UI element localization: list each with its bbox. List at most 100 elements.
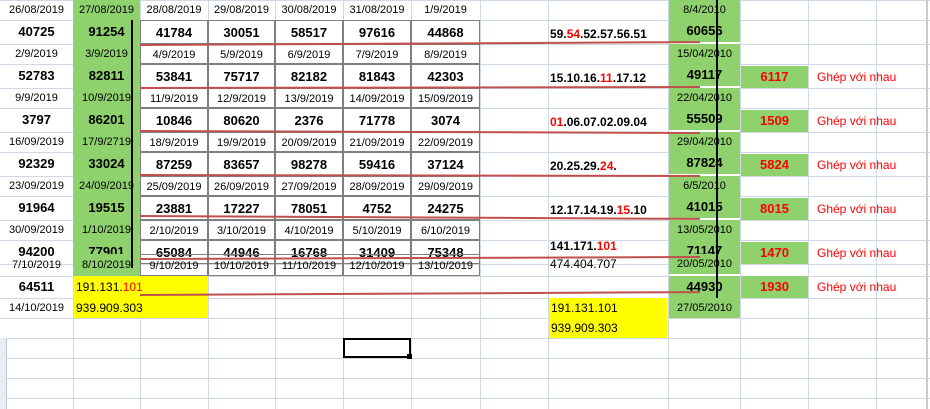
value-cell[interactable]: 52783 xyxy=(0,64,73,88)
right-value-cell[interactable]: 41015 xyxy=(669,196,740,218)
date-cell[interactable]: 13/9/2019 xyxy=(275,88,343,108)
date-cell[interactable]: 6/10/2019 xyxy=(411,220,480,240)
date-cell[interactable]: 19/9/2019 xyxy=(208,132,275,152)
number-sequence[interactable]: 141.171.101 xyxy=(549,234,668,256)
value-cell[interactable]: 42303 xyxy=(411,64,480,88)
number-sequence[interactable]: 20.25.29.24. xyxy=(549,154,668,176)
fill-handle[interactable] xyxy=(407,354,412,359)
date-cell[interactable]: 3/9/2019 xyxy=(73,44,140,64)
date-cell[interactable]: 29/09/2019 xyxy=(411,176,480,196)
date-cell[interactable]: 31/08/2019 xyxy=(343,0,411,20)
spreadsheet-grid[interactable]: 26/08/2019 40725 27/08/2019 91254 28/08/2019… xyxy=(0,0,930,409)
right-date-cell[interactable]: 22/04/2010 xyxy=(669,88,740,108)
right-date-cell[interactable]: 15/04/2010 xyxy=(669,44,740,64)
date-cell[interactable]: 7/10/2019 xyxy=(0,254,73,276)
date-cell[interactable]: 11/9/2019 xyxy=(140,88,208,108)
date-cell[interactable]: 4/9/2019 xyxy=(140,44,208,64)
date-cell[interactable]: 8/10/2019 xyxy=(73,254,140,276)
value-cell[interactable]: 81843 xyxy=(343,64,411,88)
date-cell[interactable]: 25/09/2019 xyxy=(140,176,208,196)
date-cell[interactable]: 8/9/2019 xyxy=(411,44,480,64)
date-cell[interactable]: 2/10/2019 xyxy=(140,220,208,240)
date-cell[interactable]: 14/10/2019 xyxy=(0,298,73,318)
date-cell[interactable]: 5/9/2019 xyxy=(208,44,275,64)
date-cell[interactable]: 1/9/2019 xyxy=(411,0,480,20)
value-cell[interactable]: 58517 xyxy=(275,20,343,44)
value-cell[interactable]: 37124 xyxy=(411,152,480,176)
number-sequence[interactable]: 01.06.07.02.09.04 xyxy=(549,110,668,132)
value-cell[interactable]: 82182 xyxy=(275,64,343,88)
date-cell[interactable]: 3/10/2019 xyxy=(208,220,275,240)
date-cell[interactable]: 2/9/2019 xyxy=(0,44,73,64)
value-cell[interactable]: 86201 xyxy=(73,108,140,132)
yellow-combo-cell-2[interactable]: 939.909.303 xyxy=(74,298,208,318)
value-cell[interactable]: 33024 xyxy=(73,152,140,176)
pair-code[interactable]: 1470 xyxy=(741,242,808,264)
value-cell[interactable]: 2376 xyxy=(275,108,343,132)
value-cell[interactable]: 87259 xyxy=(140,152,208,176)
value-cell[interactable]: 59416 xyxy=(343,152,411,176)
date-cell[interactable]: 17/9/2719 xyxy=(73,132,140,152)
date-cell[interactable]: 24/09/2019 xyxy=(73,176,140,196)
value-cell[interactable]: 91964 xyxy=(0,196,73,220)
yellow-sequence-1[interactable]: 191.131.101 xyxy=(549,298,667,318)
date-cell[interactable]: 12/9/2019 xyxy=(208,88,275,108)
date-cell[interactable]: 28/09/2019 xyxy=(343,176,411,196)
value-cell[interactable]: 75717 xyxy=(208,64,275,88)
pair-code[interactable]: 5824 xyxy=(741,154,808,176)
value-cell[interactable]: 3074 xyxy=(411,108,480,132)
value-cell[interactable]: 3797 xyxy=(0,108,73,132)
value-cell[interactable]: 92329 xyxy=(0,152,73,176)
right-value-cell[interactable]: 49117 xyxy=(669,64,740,86)
date-cell[interactable]: 4/10/2019 xyxy=(275,220,343,240)
pair-code[interactable]: 6117 xyxy=(741,66,808,88)
right-date-cell[interactable]: 13/05/2010 xyxy=(669,220,740,240)
value-cell[interactable]: 44868 xyxy=(411,20,480,44)
value-cell[interactable]: 41784 xyxy=(140,20,208,44)
right-date-cell[interactable]: 6/5/2010 xyxy=(669,176,740,196)
date-cell[interactable]: 27/09/2019 xyxy=(275,176,343,196)
value-cell[interactable]: 91254 xyxy=(73,20,140,44)
value-cell[interactable]: 71778 xyxy=(343,108,411,132)
value-cell[interactable]: 40725 xyxy=(0,20,73,44)
date-cell[interactable]: 1/10/2019 xyxy=(73,220,140,240)
value-cell[interactable]: 10846 xyxy=(140,108,208,132)
value-cell[interactable]: 98278 xyxy=(275,152,343,176)
value-cell[interactable]: 64511 xyxy=(0,276,73,298)
pair-code[interactable]: 8015 xyxy=(741,198,808,220)
value-cell[interactable]: 97616 xyxy=(343,20,411,44)
right-value-cell[interactable]: 44930 xyxy=(669,276,740,298)
date-cell[interactable]: 29/08/2019 xyxy=(208,0,275,20)
pair-code[interactable]: 1930 xyxy=(741,276,808,298)
selected-cell[interactable] xyxy=(343,338,411,358)
date-cell[interactable]: 6/9/2019 xyxy=(275,44,343,64)
date-cell[interactable]: 27/08/2019 xyxy=(73,0,140,20)
date-cell[interactable]: 26/09/2019 xyxy=(208,176,275,196)
value-cell[interactable]: 82811 xyxy=(73,64,140,88)
right-date-cell[interactable]: 8/4/2010 xyxy=(669,0,740,20)
value-cell[interactable]: 30051 xyxy=(208,20,275,44)
right-value-cell[interactable]: 60656 xyxy=(669,20,740,42)
right-date-cell[interactable]: 27/05/2010 xyxy=(669,298,740,318)
date-cell[interactable]: 30/09/2019 xyxy=(0,220,73,240)
value-cell[interactable]: 83657 xyxy=(208,152,275,176)
date-cell[interactable]: 28/08/2019 xyxy=(140,0,208,20)
date-cell[interactable]: 16/09/2019 xyxy=(0,132,73,152)
date-cell[interactable]: 5/10/2019 xyxy=(343,220,411,240)
right-date-cell[interactable]: 29/04/2010 xyxy=(669,132,740,152)
value-cell[interactable]: 53841 xyxy=(140,64,208,88)
right-value-cell[interactable]: 87824 xyxy=(669,152,740,174)
date-cell[interactable]: 21/09/2019 xyxy=(343,132,411,152)
value-cell[interactable]: 19515 xyxy=(73,196,140,220)
date-cell[interactable]: 22/09/2019 xyxy=(411,132,480,152)
date-cell[interactable]: 26/08/2019 xyxy=(0,0,73,20)
date-cell[interactable]: 14/09/2019 xyxy=(343,88,411,108)
value-cell[interactable]: 80620 xyxy=(208,108,275,132)
number-sequence[interactable]: 15.10.16.11.17.12 xyxy=(549,66,668,88)
yellow-sequence-2[interactable]: 939.909.303 xyxy=(549,318,667,338)
date-cell[interactable]: 18/9/2019 xyxy=(140,132,208,152)
date-cell[interactable]: 7/9/2019 xyxy=(343,44,411,64)
pair-code[interactable]: 1509 xyxy=(741,110,808,132)
date-cell[interactable]: 20/09/2019 xyxy=(275,132,343,152)
date-cell[interactable]: 30/08/2019 xyxy=(275,0,343,20)
